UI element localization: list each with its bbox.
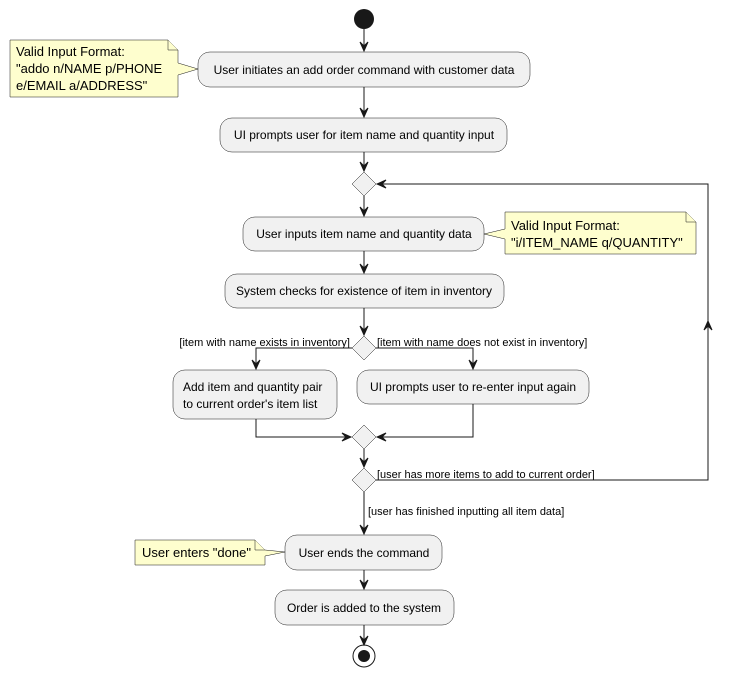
action-add-item-to-order: Add item and quantity pair to current or… <box>172 369 338 420</box>
note-initiate-format: Valid Input Format: "addo n/NAME p/PHONE… <box>9 39 199 98</box>
action-prompt-item: UI prompts user for item name and quanti… <box>219 117 508 153</box>
edge <box>377 404 474 438</box>
note-line: e/EMAIL a/ADDRESS" <box>16 78 148 93</box>
start-node <box>354 9 374 29</box>
merge-node-branches <box>351 424 377 450</box>
action-label: Order is added to the system <box>287 601 441 615</box>
guard-finished: [user has finished inputting all item da… <box>368 506 564 518</box>
action-reprompt: UI prompts user to re-enter input again <box>356 369 590 405</box>
action-end-command: User ends the command <box>284 534 443 571</box>
note-item-format: Valid Input Format: "i/ITEM_NAME q/QUANT… <box>483 211 697 255</box>
edge-branch-not-exists <box>376 347 474 369</box>
guard-more-items: [user has more items to add to current o… <box>377 469 595 481</box>
action-label: System checks for existence of item in i… <box>236 284 492 298</box>
action-label: User ends the command <box>299 546 430 560</box>
action-label: UI prompts user to re-enter input again <box>370 380 576 394</box>
action-input-item: User inputs item name and quantity data <box>242 216 485 252</box>
activity-diagram: Valid Input Format: "addo n/NAME p/PHONE… <box>9 9 713 668</box>
decision-more-items <box>351 467 377 493</box>
edge <box>255 419 351 438</box>
merge-node-loop <box>351 171 377 197</box>
action-order-added: Order is added to the system <box>274 589 455 626</box>
note-line: User enters "done" <box>142 545 251 560</box>
note-line: "addo n/NAME p/PHONE <box>16 61 163 76</box>
action-label: to current order's item list <box>183 397 318 411</box>
action-label: Add item and quantity pair <box>183 380 322 394</box>
guard-item-not-exists: [item with name does not exist in invent… <box>377 337 587 349</box>
action-label: User inputs item name and quantity data <box>256 227 472 241</box>
note-line: Valid Input Format: <box>16 44 125 59</box>
decision-item-exists <box>351 335 377 361</box>
note-user-enters-done: User enters "done" <box>134 539 286 566</box>
end-node <box>352 644 376 668</box>
action-initiate-add-order: User initiates an add order command with… <box>197 51 531 88</box>
note-line: "i/ITEM_NAME q/QUANTITY" <box>511 235 683 250</box>
action-label: UI prompts user for item name and quanti… <box>234 128 495 142</box>
action-label: User initiates an add order command with… <box>214 63 515 77</box>
note-line: Valid Input Format: <box>511 218 620 233</box>
guard-item-exists: [item with name exists in inventory] <box>179 337 350 349</box>
action-check-item: System checks for existence of item in i… <box>224 273 505 309</box>
edge-branch-exists <box>255 347 352 369</box>
